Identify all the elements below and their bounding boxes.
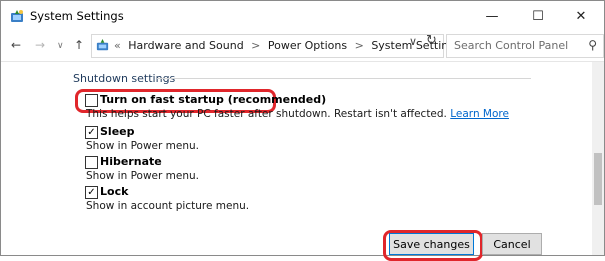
recent-locations-button[interactable]: ∨ <box>57 41 64 51</box>
control-panel-icon <box>11 10 23 22</box>
minimize-icon: — <box>485 8 499 24</box>
learn-more-link[interactable]: Learn More <box>450 108 509 120</box>
forward-button[interactable]: → <box>35 38 45 52</box>
close-button[interactable]: ✕ <box>558 1 604 31</box>
maximize-icon: ☐ <box>532 8 544 24</box>
close-icon: ✕ <box>575 8 587 24</box>
minimize-button[interactable]: — <box>469 1 515 31</box>
main-content: Shutdown settings Turn on fast startup (… <box>1 62 591 261</box>
search-placeholder: Search Control Panel <box>454 39 569 52</box>
sleep-description: Show in Power menu. <box>86 140 199 152</box>
hibernate-label[interactable]: Hibernate <box>100 155 162 168</box>
breadcrumb-prefix[interactable]: « <box>114 39 121 52</box>
check-icon: ✓ <box>87 127 96 138</box>
section-divider <box>157 78 531 79</box>
refresh-icon[interactable]: ↻ <box>426 33 437 48</box>
address-bar[interactable]: « Hardware and Sound > Power Options > S… <box>91 34 461 58</box>
lock-label[interactable]: Lock <box>100 185 128 198</box>
search-icon[interactable]: ⚲ <box>588 38 597 52</box>
hibernate-description: Show in Power menu. <box>86 170 199 182</box>
breadcrumb-hardware-and-sound[interactable]: Hardware and Sound <box>128 39 243 52</box>
fast-startup-description-text: This helps start your PC faster after sh… <box>86 108 447 120</box>
scrollbar-thumb[interactable] <box>594 153 602 205</box>
maximize-button[interactable]: ☐ <box>515 1 561 31</box>
window: System Settings — ☐ ✕ ← → ∨ ↑ « Hardware… <box>0 0 605 261</box>
save-changes-button[interactable]: Save changes <box>389 233 474 255</box>
breadcrumb-power-options[interactable]: Power Options <box>268 39 347 52</box>
lock-description: Show in account picture menu. <box>86 200 250 212</box>
window-title: System Settings <box>30 9 124 23</box>
address-dropdown-button[interactable]: ∨ <box>409 35 417 48</box>
fast-startup-description: This helps start your PC faster after sh… <box>86 108 509 120</box>
up-button[interactable]: ↑ <box>74 38 84 52</box>
control-panel-icon <box>96 38 109 51</box>
back-button[interactable]: ← <box>11 38 21 52</box>
fast-startup-checkbox[interactable] <box>85 94 98 107</box>
breadcrumb-separator[interactable]: > <box>251 39 260 52</box>
lock-checkbox[interactable]: ✓ <box>85 186 98 199</box>
title-bar: System Settings — ☐ ✕ <box>1 1 604 31</box>
fast-startup-label[interactable]: Turn on fast startup (recommended) <box>100 93 326 106</box>
cancel-button[interactable]: Cancel <box>482 233 542 255</box>
sleep-label[interactable]: Sleep <box>100 125 135 138</box>
sleep-checkbox[interactable]: ✓ <box>85 126 98 139</box>
hibernate-checkbox[interactable] <box>85 156 98 169</box>
search-input[interactable]: Search Control Panel ⚲ <box>446 34 604 58</box>
breadcrumb-separator[interactable]: > <box>355 39 364 52</box>
check-icon: ✓ <box>87 187 96 198</box>
